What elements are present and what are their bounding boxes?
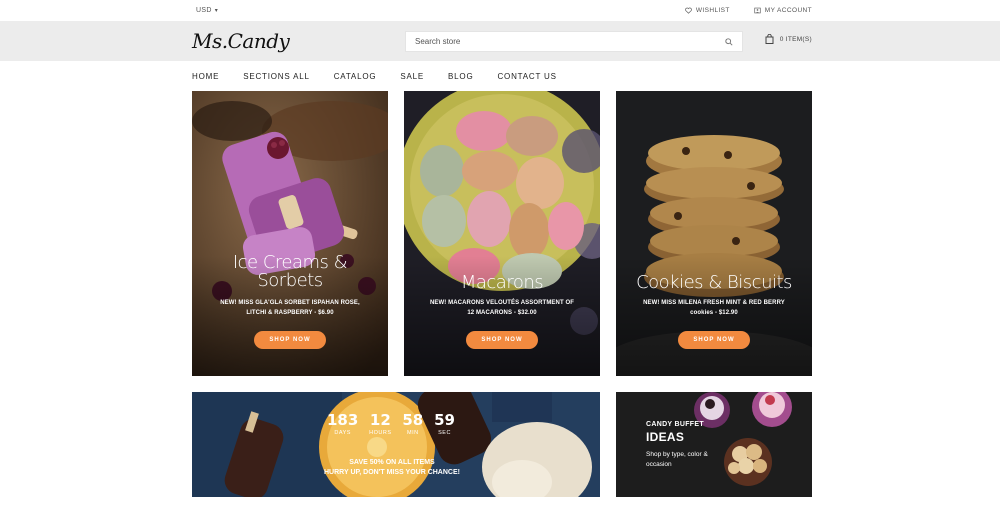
tile-desc-line2: LITCHI & RASPBERRY - $6.90	[246, 310, 334, 316]
tile-desc-line2: 12 MACARONS - $32.00	[467, 310, 537, 316]
tile-desc-line1: NEW! MISS MILENA FRESH MINT & RED BERRY	[643, 300, 785, 306]
tile-description: NEW! MISS GLA'GLA SORBET ISPAHAN ROSE, L…	[208, 298, 372, 318]
account-icon	[754, 7, 761, 14]
tile-macarons[interactable]: Macarons NEW! MACARONS VELOUTÉS ASSORTME…	[404, 91, 600, 376]
sale-line2: HURRY UP, DON'T MISS YOUR CHANCE!	[324, 469, 460, 476]
wishlist-link[interactable]: WISHLIST	[685, 7, 730, 14]
countdown-min-label: MIN	[407, 430, 419, 436]
sale-banner[interactable]: 183 DAYS 12 HOURS 58 MIN 59 SEC SAVE 50%…	[192, 392, 600, 497]
chevron-down-icon: ▾	[214, 8, 218, 14]
tile-ice-creams[interactable]: Ice Creams & Sorbets NEW! MISS GLA'GLA S…	[192, 91, 388, 376]
account-link[interactable]: MY ACCOUNT	[754, 7, 812, 14]
shop-now-button[interactable]: SHOP NOW	[678, 331, 750, 349]
candy-banner-title-line1: CANDY BUFFET	[646, 421, 704, 428]
top-bar: USD ▾ WISHLIST MY ACCOUNT	[0, 0, 1000, 21]
countdown-sec-label: SEC	[438, 430, 451, 436]
sale-text: SAVE 50% ON ALL ITEMS HURRY UP, DON'T MI…	[312, 458, 472, 478]
tile-title: Ice Creams & Sorbets	[192, 254, 388, 290]
tile-desc-line1: NEW! MACARONS VELOUTÉS ASSORTMENT OF	[429, 300, 575, 306]
sale-line1: SAVE 50% ON ALL ITEMS	[349, 459, 435, 466]
shop-now-button[interactable]: SHOP NOW	[466, 331, 538, 349]
nav-contact-us[interactable]: CONTACT US	[497, 72, 556, 81]
tile-desc-line2: cookies - $12.90	[690, 310, 738, 316]
main-nav: HOME SECTIONS ALL CATALOG SALE BLOG CONT…	[0, 61, 1000, 91]
countdown-timer: 183 DAYS 12 HOURS 58 MIN 59 SEC	[327, 412, 455, 446]
tile-title: Cookies & Biscuits	[636, 272, 792, 293]
tile-title: Macarons	[460, 272, 544, 293]
tile-desc-line1: NEW! MISS GLA'GLA SORBET ISPAHAN ROSE,	[220, 300, 360, 306]
nav-catalog[interactable]: CATALOG	[334, 72, 377, 81]
tile-description: NEW! MACARONS VELOUTÉS ASSORTMENT OF 12 …	[420, 298, 584, 318]
candy-buffet-image	[616, 392, 812, 497]
countdown-hours-value: 12	[369, 411, 391, 429]
countdown-sec: 59 SEC	[434, 412, 455, 446]
candy-banner-title-line2: IDEAS	[646, 430, 685, 444]
nav-home[interactable]: HOME	[192, 72, 219, 81]
cart-link[interactable]: 0 ITEM(S)	[765, 34, 812, 44]
countdown-min-value: 58	[402, 411, 424, 429]
account-label: MY ACCOUNT	[764, 7, 812, 14]
tile-description: NEW! MISS MILENA FRESH MINT & RED BERRY …	[632, 298, 796, 318]
site-logo[interactable]: Ms.Candy	[192, 29, 290, 53]
countdown-days-label: DAYS	[334, 430, 351, 436]
search-icon[interactable]	[722, 35, 736, 49]
countdown-hours: 12 HOURS	[369, 412, 391, 446]
category-tiles: Ice Creams & Sorbets NEW! MISS GLA'GLA S…	[192, 91, 812, 376]
currency-selector[interactable]: USD ▾	[196, 7, 218, 14]
header: Ms.Candy 0 ITEM(S)	[0, 21, 1000, 61]
countdown-hours-label: HOURS	[369, 430, 392, 436]
cart-count: 0 ITEM(S)	[779, 35, 812, 43]
nav-sale[interactable]: SALE	[400, 72, 424, 81]
heart-icon	[685, 7, 692, 14]
wishlist-label: WISHLIST	[695, 7, 730, 14]
candy-buffet-banner[interactable]: CANDY BUFFET IDEAS Shop by type, color &…	[616, 392, 812, 497]
nav-sections-all[interactable]: SECTIONS ALL	[243, 72, 310, 81]
search-input[interactable]	[406, 37, 722, 46]
search-box	[405, 31, 743, 52]
countdown-sec-value: 59	[434, 411, 455, 429]
countdown-days-value: 183	[327, 411, 359, 429]
tile-title-line2: Sorbets	[257, 270, 323, 291]
countdown-min: 58 MIN	[402, 412, 423, 446]
countdown-days: 183 DAYS	[327, 412, 358, 446]
currency-label: USD	[196, 7, 212, 14]
candy-banner-subtitle: Shop by type, color & occasion	[646, 451, 708, 468]
tile-cookies[interactable]: Cookies & Biscuits NEW! MISS MILENA FRES…	[616, 91, 812, 376]
shopping-bag-icon	[765, 34, 774, 44]
nav-blog[interactable]: BLOG	[448, 72, 473, 81]
shop-now-button[interactable]: SHOP NOW	[254, 331, 326, 349]
